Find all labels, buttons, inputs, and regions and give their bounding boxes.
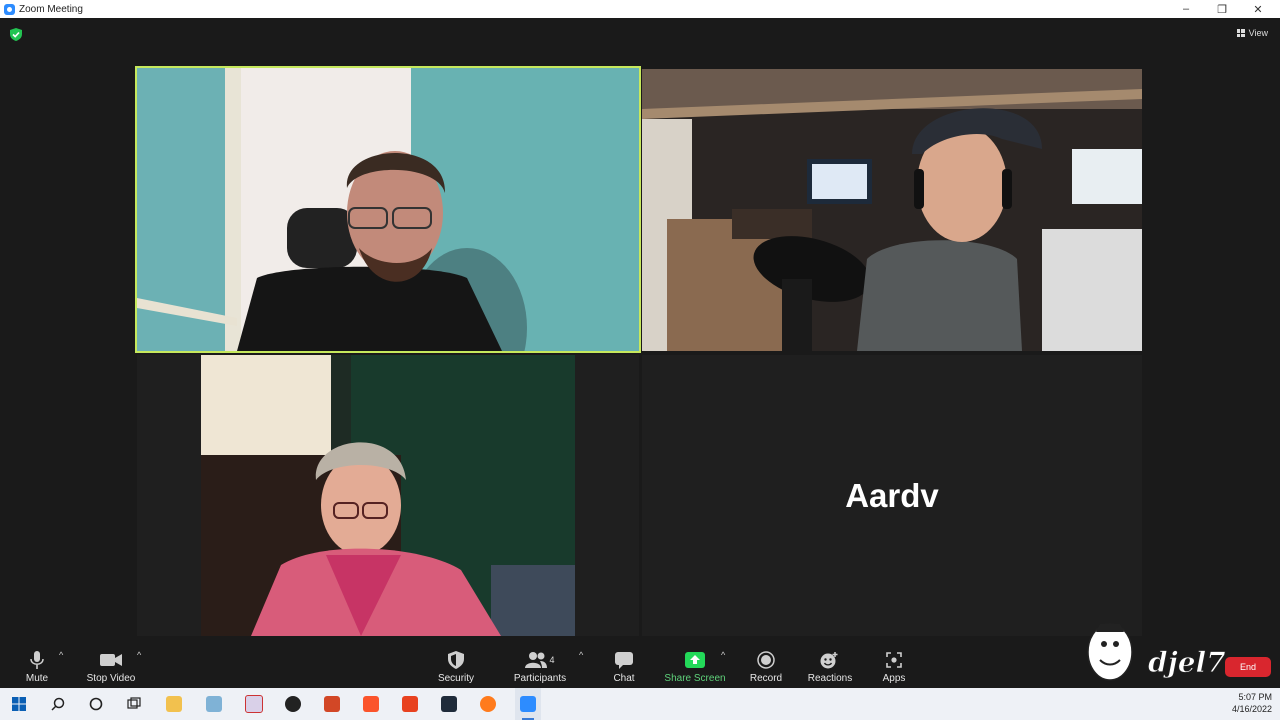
participant-video-tile[interactable] xyxy=(135,66,641,353)
microphone-icon xyxy=(30,648,44,672)
close-button[interactable]: ✕ xyxy=(1240,0,1276,18)
chevron-up-icon[interactable]: ^ xyxy=(137,650,141,660)
participant-name-tile[interactable]: Aardv xyxy=(642,355,1142,636)
cortana-icon[interactable] xyxy=(86,694,106,714)
view-button[interactable]: View xyxy=(1236,28,1268,38)
meeting-area: View Aardv xyxy=(0,18,1280,636)
channel-logo-watermark: djel7 xyxy=(1087,623,1227,681)
task-view-icon[interactable] xyxy=(124,694,144,714)
minimize-button[interactable]: – xyxy=(1168,0,1204,18)
powerpoint-icon[interactable] xyxy=(322,694,342,714)
participant-display-name: Aardv xyxy=(845,476,939,514)
record-button[interactable]: Record xyxy=(744,636,788,688)
apps-label: Apps xyxy=(882,673,906,684)
file-explorer-icon[interactable] xyxy=(164,694,184,714)
chevron-up-icon[interactable]: ^ xyxy=(721,650,725,660)
share-screen-label: Share Screen xyxy=(664,673,726,684)
app-icon[interactable] xyxy=(204,694,224,714)
windows-taskbar: 5:07 PM 4/16/2022 xyxy=(0,688,1280,720)
window-title-bar: Zoom Meeting – ❐ ✕ xyxy=(0,0,1280,18)
participants-label: Participants xyxy=(513,673,567,684)
participants-button[interactable]: 4 Participants xyxy=(510,636,570,688)
security-button[interactable]: Security xyxy=(430,636,482,688)
restore-button[interactable]: ❐ xyxy=(1204,0,1240,18)
watermark-text: djel7 xyxy=(1148,646,1226,679)
chevron-up-icon[interactable]: ^ xyxy=(579,650,583,660)
taskbar-clock[interactable]: 5:07 PM 4/16/2022 xyxy=(1232,691,1272,715)
chat-bubble-icon xyxy=(615,648,633,672)
chat-button[interactable]: Chat xyxy=(604,636,644,688)
record-icon xyxy=(757,648,775,672)
participant-video-tile[interactable] xyxy=(642,69,1142,351)
brave-icon[interactable] xyxy=(361,694,381,714)
participant-count: 4 xyxy=(549,655,555,665)
zoom-app-icon xyxy=(4,3,15,15)
security-label: Security xyxy=(437,673,475,684)
apps-icon xyxy=(886,648,902,672)
app-icon[interactable] xyxy=(244,694,264,714)
app-icon[interactable] xyxy=(439,694,459,714)
window-title: Zoom Meeting xyxy=(19,3,83,15)
share-screen-button[interactable]: Share Screen xyxy=(664,636,726,688)
smiley-icon xyxy=(820,648,840,672)
participant-video-feed xyxy=(642,69,1142,351)
record-label: Record xyxy=(749,673,783,684)
chat-label: Chat xyxy=(613,673,635,684)
view-label: View xyxy=(1248,28,1268,38)
shield-icon xyxy=(448,648,464,672)
people-icon: 4 xyxy=(525,648,555,672)
chevron-up-icon[interactable]: ^ xyxy=(59,650,63,660)
participant-video-feed xyxy=(201,355,575,636)
windows-start-icon[interactable] xyxy=(9,694,29,714)
reactions-label: Reactions xyxy=(807,673,853,684)
office-icon[interactable] xyxy=(400,694,420,714)
participant-video-feed xyxy=(137,68,639,351)
mute-button[interactable]: Mute xyxy=(18,636,56,688)
participant-video-tile[interactable] xyxy=(137,355,639,636)
clock-date: 4/16/2022 xyxy=(1231,704,1272,714)
stop-video-button[interactable]: Stop Video xyxy=(82,636,140,688)
zoom-icon[interactable] xyxy=(518,694,538,714)
search-icon[interactable] xyxy=(48,694,68,714)
reactions-button[interactable]: Reactions xyxy=(804,636,856,688)
shield-check-icon[interactable] xyxy=(10,28,22,41)
obs-icon[interactable] xyxy=(283,694,303,714)
apps-button[interactable]: Apps xyxy=(876,636,912,688)
clock-time: 5:07 PM xyxy=(1238,692,1272,702)
video-camera-icon xyxy=(100,648,122,672)
mute-label: Mute xyxy=(25,673,49,684)
grid-icon xyxy=(1236,29,1245,37)
share-arrow-icon xyxy=(685,648,705,672)
firefox-icon[interactable] xyxy=(478,694,498,714)
stop-video-label: Stop Video xyxy=(86,673,136,684)
